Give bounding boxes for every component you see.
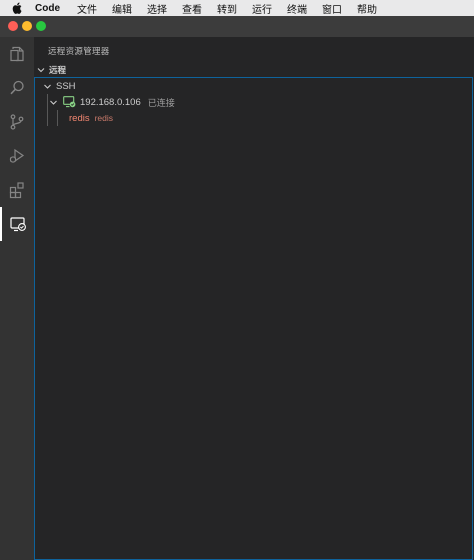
activity-bar: [0, 37, 34, 560]
menu-run[interactable]: 运行: [252, 1, 272, 16]
run-debug-icon: [9, 148, 25, 163]
menu-code[interactable]: Code: [35, 3, 60, 14]
close-window-button[interactable]: [8, 21, 18, 31]
activity-source-control[interactable]: [0, 105, 34, 139]
activity-extensions[interactable]: [0, 173, 34, 207]
menu-window[interactable]: 窗口: [322, 1, 342, 16]
activity-search[interactable]: [0, 71, 34, 105]
section-remote-header[interactable]: 远程: [34, 63, 474, 77]
menu-selection[interactable]: 选择: [147, 1, 167, 16]
tree-focus-border: [34, 77, 473, 560]
section-remote-label: 远程: [49, 65, 67, 75]
menu-view[interactable]: 查看: [182, 1, 202, 16]
maximize-window-button[interactable]: [36, 21, 46, 31]
folder-description: redis: [94, 113, 114, 123]
minimize-window-button[interactable]: [22, 21, 32, 31]
sidebar-title: 远程资源管理器: [48, 46, 110, 56]
source-control-icon: [10, 114, 24, 130]
tree-item-ssh-label: SSH: [56, 80, 76, 92]
menu-help[interactable]: 帮助: [357, 1, 377, 16]
tree-item-host[interactable]: 192.168.0.106 已连接: [34, 94, 472, 110]
menu-edit[interactable]: 编辑: [112, 1, 132, 16]
chevron-down-icon: [37, 68, 45, 73]
menu-go[interactable]: 转到: [217, 1, 237, 16]
mac-menu-bar: Code 文件 编辑 选择 查看 转到 运行 终端 窗口 帮助: [0, 0, 474, 16]
host-label: 192.168.0.106: [80, 96, 141, 108]
window-title-bar: [0, 16, 474, 37]
extensions-icon: [9, 182, 24, 199]
search-icon: [10, 80, 24, 95]
menu-file[interactable]: 文件: [77, 1, 97, 16]
host-status: 已连接: [147, 97, 175, 108]
folder-label: redis: [69, 112, 90, 124]
tree-item-ssh[interactable]: SSH: [34, 78, 472, 94]
remote-explorer-icon: [10, 217, 26, 232]
chevron-down-icon: [44, 84, 51, 89]
apple-logo-icon[interactable]: [11, 2, 23, 14]
activity-explorer[interactable]: [0, 37, 34, 71]
files-icon: [10, 46, 24, 62]
activity-run-debug[interactable]: [0, 139, 34, 173]
tree-item-redis-folder[interactable]: redis redis: [34, 110, 472, 126]
remote-connected-icon: [63, 96, 76, 108]
chevron-down-icon: [50, 100, 57, 105]
remote-explorer-sidebar: 远程资源管理器 远程 SSH 192.168.0.106 已连接 redis r…: [34, 37, 474, 560]
menu-terminal[interactable]: 终端: [287, 1, 307, 16]
activity-remote-explorer[interactable]: [0, 207, 34, 241]
